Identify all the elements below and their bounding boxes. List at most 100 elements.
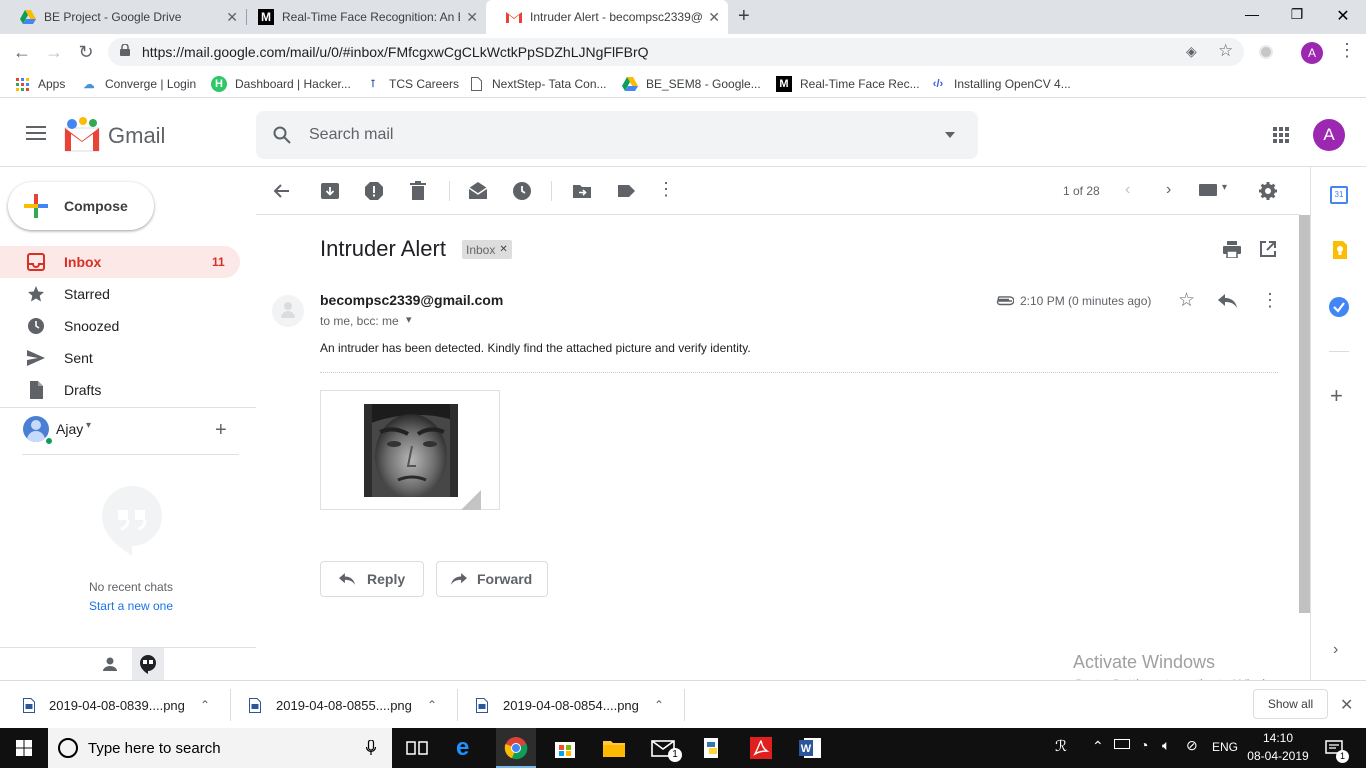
- menu-kebab-icon[interactable]: ⋮: [1338, 40, 1356, 61]
- profile-avatar[interactable]: A: [1301, 42, 1323, 64]
- store-icon[interactable]: [553, 736, 577, 760]
- older-icon[interactable]: ›: [1166, 181, 1171, 199]
- reply-button[interactable]: Reply: [320, 561, 424, 597]
- new-tab-icon[interactable]: +: [738, 5, 750, 28]
- sender-email[interactable]: becompsc2339@gmail.com: [320, 292, 503, 308]
- bookmark-medium[interactable]: M Real-Time Face Rec...: [776, 76, 920, 92]
- hangouts-tab[interactable]: [132, 648, 164, 680]
- browser-tab-drive[interactable]: BE Project - Google Drive ✕: [0, 0, 246, 34]
- mark-unread-icon[interactable]: [468, 181, 488, 201]
- sidebar-item-drafts[interactable]: Drafts: [0, 374, 240, 406]
- browser-tab-gmail[interactable]: Intruder Alert - becompsc2339@ ✕: [486, 0, 728, 34]
- close-downloads-icon[interactable]: ✕: [1340, 695, 1353, 715]
- google-apps-icon[interactable]: [1273, 127, 1289, 143]
- message-more-icon[interactable]: ⋮: [1261, 290, 1279, 311]
- acrobat-icon[interactable]: [749, 736, 773, 760]
- get-addons-icon[interactable]: +: [1330, 383, 1343, 409]
- back-to-inbox-icon[interactable]: [272, 181, 292, 201]
- gmail-logo-icon[interactable]: [63, 116, 103, 152]
- restore-icon[interactable]: ❐: [1285, 6, 1309, 23]
- newer-icon[interactable]: ‹: [1125, 181, 1130, 199]
- chevron-up-icon[interactable]: ⌃: [200, 698, 210, 712]
- show-details-icon[interactable]: ▾: [406, 313, 412, 326]
- taskbar-search-input[interactable]: Type here to search: [88, 740, 221, 757]
- close-window-icon[interactable]: ✕: [1331, 6, 1355, 26]
- forward-icon[interactable]: →: [42, 40, 66, 64]
- chevron-up-icon[interactable]: ⌃: [654, 698, 664, 712]
- download-item[interactable]: 2019-04-08-0839....png ⌃: [0, 681, 230, 729]
- file-explorer-icon[interactable]: [602, 736, 626, 760]
- eye-icon[interactable]: ◈: [1186, 43, 1197, 60]
- label-icon[interactable]: [616, 181, 636, 201]
- report-spam-icon[interactable]: [364, 181, 384, 201]
- remove-label-icon[interactable]: ✕: [499, 244, 507, 255]
- snooze-icon[interactable]: [512, 181, 532, 201]
- bookmark-opencv[interactable]: ‹/› Installing OpenCV 4...: [930, 76, 1071, 92]
- input-tools-dropdown-icon[interactable]: ▾: [1222, 182, 1227, 193]
- action-center-network-icon[interactable]: ⊘: [1186, 737, 1198, 754]
- bookmark-hackerrank[interactable]: H Dashboard | Hacker...: [211, 76, 351, 92]
- bookmark-star-icon[interactable]: ☆: [1218, 41, 1233, 61]
- reply-icon[interactable]: [1218, 294, 1237, 308]
- compose-button[interactable]: Compose: [8, 182, 154, 230]
- python-icon[interactable]: [700, 736, 724, 760]
- show-hidden-icons[interactable]: ⌃: [1092, 738, 1104, 755]
- browser-tab-medium[interactable]: M Real-Time Face Recognition: An E ✕: [238, 0, 486, 34]
- volume-icon[interactable]: 🔈︎: [1162, 737, 1170, 754]
- word-icon[interactable]: W: [798, 736, 822, 760]
- attachment-card[interactable]: [320, 390, 500, 510]
- forward-button[interactable]: Forward: [436, 561, 548, 597]
- chrome-taskbar-button[interactable]: [496, 728, 536, 768]
- message-scrollbar[interactable]: [1299, 215, 1310, 613]
- new-chat-icon[interactable]: +: [215, 419, 227, 442]
- delete-icon[interactable]: [408, 181, 428, 201]
- windows-start-icon[interactable]: [16, 740, 32, 756]
- close-tab-icon[interactable]: ✕: [708, 9, 720, 26]
- chevron-up-icon[interactable]: ⌃: [427, 698, 437, 712]
- people-icon[interactable]: ℛ: [1055, 737, 1067, 755]
- intruder-photo[interactable]: [364, 404, 458, 497]
- bookmark-nextstep[interactable]: NextStep- Tata Con...: [468, 76, 607, 92]
- archive-icon[interactable]: [320, 181, 340, 201]
- search-bar[interactable]: Search mail: [256, 111, 978, 159]
- language-indicator[interactable]: ENG: [1212, 740, 1238, 754]
- clock-date[interactable]: 08-04-2019: [1246, 749, 1310, 763]
- inbox-label-chip[interactable]: Inbox ✕: [462, 240, 512, 259]
- sidebar-item-sent[interactable]: Sent: [0, 342, 240, 374]
- sidebar-item-inbox[interactable]: Inbox 11: [0, 246, 240, 278]
- input-tools-icon[interactable]: [1199, 184, 1217, 196]
- keep-icon[interactable]: [1331, 241, 1347, 259]
- back-icon[interactable]: ←: [10, 40, 34, 64]
- address-bar[interactable]: https://mail.google.com/mail/u/0/#inbox/…: [108, 38, 1244, 66]
- taskbar-search-box[interactable]: Type here to search: [48, 728, 392, 768]
- task-view-icon[interactable]: [405, 736, 429, 760]
- reload-icon[interactable]: ↻: [74, 40, 98, 64]
- star-message-icon[interactable]: ☆: [1178, 289, 1195, 312]
- more-actions-icon[interactable]: ⋮: [657, 179, 675, 200]
- download-item[interactable]: 2019-04-08-0854....png ⌃: [458, 681, 684, 729]
- minimize-icon[interactable]: —: [1240, 6, 1264, 22]
- move-to-icon[interactable]: [572, 181, 592, 201]
- search-input[interactable]: Search mail: [309, 126, 393, 144]
- close-tab-icon[interactable]: ✕: [466, 9, 478, 26]
- sender-avatar[interactable]: [272, 295, 304, 327]
- close-tab-icon[interactable]: ✕: [226, 9, 238, 26]
- microphone-icon[interactable]: [366, 740, 376, 756]
- clock-time[interactable]: 14:10: [1250, 731, 1306, 745]
- download-item[interactable]: 2019-04-08-0855....png ⌃: [231, 681, 457, 729]
- wifi-icon[interactable]: ◔: [1140, 737, 1148, 753]
- hangouts-user-name[interactable]: Ajay: [56, 421, 83, 437]
- search-icon[interactable]: [273, 126, 291, 144]
- print-icon[interactable]: [1223, 241, 1241, 258]
- account-avatar[interactable]: A: [1313, 119, 1345, 151]
- open-new-window-icon[interactable]: [1260, 241, 1276, 257]
- start-new-chat-link[interactable]: Start a new one: [0, 599, 262, 613]
- bookmark-besem8[interactable]: BE_SEM8 - Google...: [622, 76, 761, 92]
- search-options-icon[interactable]: [945, 132, 955, 138]
- battery-icon[interactable]: [1114, 739, 1130, 749]
- bookmark-apps[interactable]: Apps: [14, 76, 65, 92]
- show-all-button[interactable]: Show all: [1253, 689, 1328, 719]
- user-dropdown-icon[interactable]: ▾: [86, 420, 91, 431]
- contacts-icon[interactable]: [102, 656, 118, 672]
- sidebar-item-snoozed[interactable]: Snoozed: [0, 310, 240, 342]
